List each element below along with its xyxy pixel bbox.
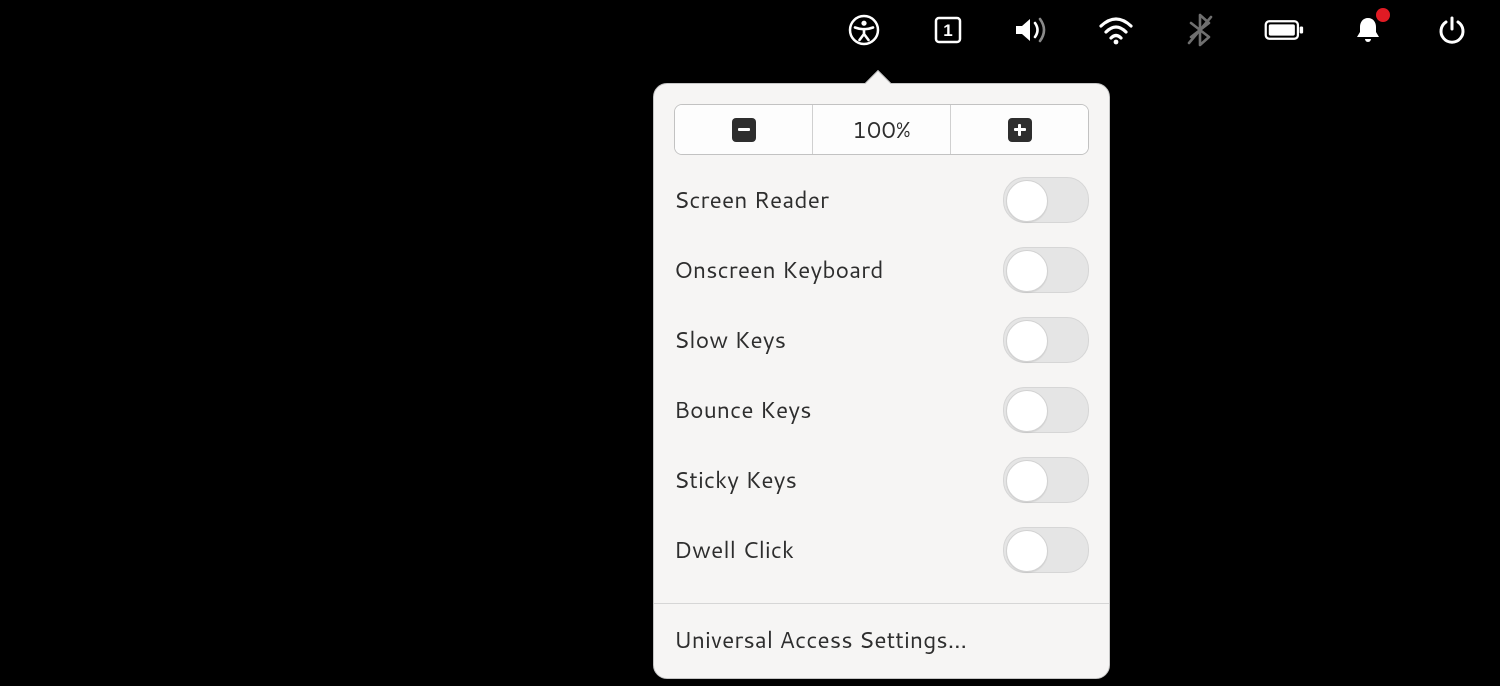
switch-knob xyxy=(1006,390,1048,432)
notification-alert-dot xyxy=(1376,8,1390,22)
slow-keys-label: Slow Keys xyxy=(674,324,786,356)
wifi-menu-button[interactable] xyxy=(1096,10,1136,50)
zoom-in-button[interactable] xyxy=(950,105,1088,154)
bounce-keys-label: Bounce Keys xyxy=(674,394,812,426)
keyboard-layout-icon: 1 xyxy=(932,14,964,46)
battery-menu-button[interactable] xyxy=(1264,10,1304,50)
notifications-menu-button[interactable] xyxy=(1348,10,1388,50)
accessibility-menu-button[interactable] xyxy=(844,10,884,50)
volume-menu-button[interactable] xyxy=(1012,10,1052,50)
bluetooth-disabled-icon xyxy=(1185,13,1215,47)
switch-knob xyxy=(1006,530,1048,572)
text-zoom-group: 100% xyxy=(674,104,1089,155)
dwell-click-row: Dwell Click xyxy=(674,515,1089,585)
onscreen-keyboard-toggle[interactable] xyxy=(1003,247,1089,293)
slow-keys-toggle[interactable] xyxy=(1003,317,1089,363)
switch-knob xyxy=(1006,180,1048,222)
onscreen-keyboard-row: Onscreen Keyboard xyxy=(674,235,1089,305)
popover-arrow xyxy=(864,70,892,84)
universal-access-settings-button[interactable]: Universal Access Settings... xyxy=(654,604,1109,678)
slow-keys-row: Slow Keys xyxy=(674,305,1089,375)
screen-reader-row: Screen Reader xyxy=(674,165,1089,235)
plus-icon xyxy=(1008,118,1032,142)
screen-reader-toggle[interactable] xyxy=(1003,177,1089,223)
bounce-keys-row: Bounce Keys xyxy=(674,375,1089,445)
switch-knob xyxy=(1006,460,1048,502)
bounce-keys-toggle[interactable] xyxy=(1003,387,1089,433)
system-menubar: 1 xyxy=(844,0,1500,60)
switch-knob xyxy=(1006,320,1048,362)
battery-icon xyxy=(1264,17,1304,43)
wifi-icon xyxy=(1098,14,1134,46)
dwell-click-toggle[interactable] xyxy=(1003,527,1089,573)
minus-icon xyxy=(732,118,756,142)
sticky-keys-label: Sticky Keys xyxy=(674,464,797,496)
accessibility-popover: 100% Screen Reader Onscreen Keyboard Slo… xyxy=(653,83,1110,679)
zoom-level-display: 100% xyxy=(812,105,950,154)
onscreen-keyboard-label: Onscreen Keyboard xyxy=(674,254,883,286)
dwell-click-label: Dwell Click xyxy=(674,534,794,566)
power-icon xyxy=(1437,15,1467,45)
power-menu-button[interactable] xyxy=(1432,10,1472,50)
svg-text:1: 1 xyxy=(943,21,952,40)
accessibility-toggles-list: Screen Reader Onscreen Keyboard Slow Key… xyxy=(654,155,1109,603)
keyboard-layout-menu-button[interactable]: 1 xyxy=(928,10,968,50)
screen-reader-label: Screen Reader xyxy=(674,184,829,216)
sticky-keys-toggle[interactable] xyxy=(1003,457,1089,503)
accessibility-icon xyxy=(848,14,880,46)
volume-icon xyxy=(1012,14,1052,46)
sticky-keys-row: Sticky Keys xyxy=(674,445,1089,515)
zoom-out-button[interactable] xyxy=(675,105,812,154)
switch-knob xyxy=(1006,250,1048,292)
bluetooth-menu-button[interactable] xyxy=(1180,10,1220,50)
